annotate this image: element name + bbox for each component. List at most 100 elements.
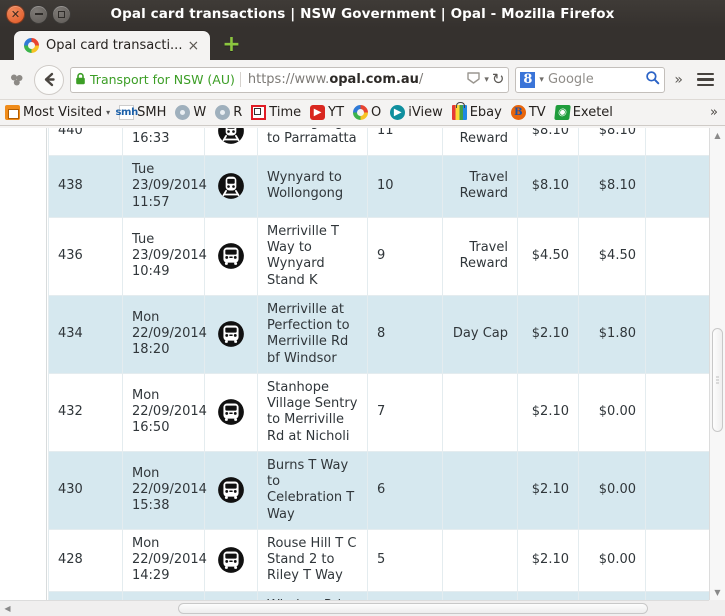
transaction-number-cell: 430 (48, 450, 123, 530)
window-maximize-button[interactable] (52, 4, 71, 24)
transactions-table-body: 44023/09/2014 16:33 Wollongong to Parrama… (48, 128, 709, 600)
bus-icon (204, 528, 258, 592)
discount-amount-cell: $0.00 (578, 528, 646, 592)
bookmark-exetel[interactable]: ◉ Exetel (553, 105, 613, 120)
url-bar-extras: ▾ ↻ (466, 70, 504, 89)
padlock-icon (75, 72, 86, 88)
journey-number-cell: 10 (367, 155, 443, 218)
table-row: 434 Mon 22/09/2014 18:20 Merriville at Per… (48, 294, 709, 374)
bookmark-label: iView (408, 105, 443, 120)
horizontal-scrollbar-thumb[interactable] (178, 603, 648, 614)
search-input[interactable]: Google (548, 72, 641, 87)
transaction-description-cell: Stanhope Village Sentry to Merriville Rd… (257, 372, 368, 452)
bookmark-label: Ebay (469, 105, 502, 120)
reload-icon[interactable]: ↻ (492, 72, 505, 87)
amount-tail-cell (645, 372, 709, 452)
tab-opal-card-transactions[interactable]: Opal card transacti... × (14, 31, 211, 60)
transaction-datetime-cell: Mon 22/09/2014 16:50 (122, 372, 207, 452)
vertical-scrollbar[interactable]: ▲ ▼ (709, 128, 725, 600)
scrollbar-grip (716, 375, 719, 386)
menu-icon[interactable] (692, 72, 719, 87)
site-permissions-icon[interactable] (6, 69, 28, 91)
transaction-description-cell: Wollongong to Parramatta (257, 128, 368, 156)
bookmark-o[interactable]: O (353, 105, 381, 120)
bookmark-iview[interactable]: ▶ iView (390, 105, 443, 120)
discount-amount-cell: $8.10 (578, 128, 646, 156)
chevron-down-icon[interactable]: ▾ (484, 75, 489, 85)
toolbar-overflow-button[interactable]: » (671, 72, 686, 88)
tab-close-icon[interactable]: × (182, 39, 204, 53)
train-icon (204, 128, 258, 156)
transaction-datetime-cell: Tue 23/09/2014 10:49 (122, 216, 207, 296)
exetel-icon: ◉ (553, 105, 571, 120)
scroll-up-arrow-icon[interactable]: ▲ (710, 128, 725, 143)
search-bar[interactable]: 8 ▾ Google (515, 66, 666, 93)
menu-bar-1 (697, 72, 714, 76)
transaction-description-cell: Merriville T Way to Wynyard Stand K (257, 216, 368, 296)
amount-tail-cell (645, 216, 709, 296)
transaction-description-cell: Windsor Rd aftr Mile End to Rouse Hill T… (257, 590, 368, 600)
url-domain: opal.com.au (329, 72, 419, 87)
transactions-table: 44023/09/2014 16:33 Wollongong to Parrama… (48, 128, 709, 600)
fare-applied-cell (442, 372, 518, 452)
back-arrow-icon (44, 72, 55, 87)
bookmark-yt[interactable]: ▶ YT (310, 105, 344, 120)
table-row: 430 Mon 22/09/2014 15:38 Burns T Way to Ce… (48, 450, 709, 530)
bookmark-ebay[interactable]: Ebay (451, 102, 502, 120)
bus-icon (204, 372, 258, 452)
table-row: 436 Tue 23/09/2014 10:49 Merriville T Way … (48, 216, 709, 296)
table-row: 426Mon 22/09/2014 13:21 Windsor Rd aftr M… (48, 590, 709, 600)
horizontal-scrollbar[interactable]: ◀ ▶ (0, 600, 725, 616)
url-text[interactable]: https://www.opal.com.au/ (245, 72, 462, 87)
magnifier-icon[interactable] (645, 70, 660, 89)
table-row: 438 Tue 23/09/2014 11:57 Wynyard to Wollon… (48, 155, 709, 218)
scroll-left-arrow-icon[interactable]: ◀ (0, 601, 15, 616)
bookmarks-overflow-button[interactable]: » (710, 105, 720, 120)
back-button[interactable] (34, 64, 64, 95)
bookmark-label: R (233, 105, 243, 120)
journey-number-cell: 8 (367, 294, 443, 374)
window-close-button[interactable]: ✕ (6, 4, 25, 24)
bookmark-tv[interactable]: B TV (510, 105, 546, 120)
transaction-number-cell: 438 (48, 155, 123, 218)
transaction-datetime-cell: Mon 22/09/2014 13:21 (122, 590, 205, 600)
table-row: 428 Mon 22/09/2014 14:29 Rouse Hill T C St… (48, 528, 709, 592)
bookmark-label: SMH (137, 105, 167, 120)
transaction-datetime-cell: Mon 22/09/2014 18:20 (122, 294, 207, 374)
fare-applied-cell: Day Cap (442, 294, 518, 374)
new-tab-button[interactable]: + (222, 34, 240, 56)
vertical-scrollbar-thumb[interactable] (712, 328, 723, 432)
search-engine-chevron-icon[interactable]: ▾ (539, 75, 544, 85)
scrollbar-corner (709, 600, 725, 616)
window-controls: ✕ (0, 4, 71, 24)
amount-tail-cell (645, 128, 709, 156)
menu-bar-2 (697, 78, 714, 81)
identity-label: Transport for NSW (AU) (90, 72, 241, 87)
bookmark-w[interactable]: W (175, 105, 206, 120)
bookmark-smh[interactable]: smh SMH (116, 105, 167, 120)
most-visited-icon (5, 105, 20, 120)
url-bar[interactable]: Transport for NSW (AU) https://www.opal.… (70, 66, 510, 93)
discount-amount-cell: $1.80 (578, 294, 646, 374)
bookmark-r[interactable]: R (215, 105, 242, 120)
bookmark-label: Time (269, 105, 302, 120)
navigation-toolbar: Transport for NSW (AU) https://www.opal.… (0, 60, 725, 100)
bookmarks-toolbar: Most Visited ▾ smh SMH W R Time ▶ YT O ▶ iView Ebay B… (0, 100, 725, 126)
fare-amount-cell: $8.10 (517, 155, 579, 218)
chevron-down-icon[interactable]: ▾ (106, 108, 110, 117)
opal-icon (353, 105, 369, 120)
journey-number-cell: 7 (367, 372, 443, 452)
journey-number-cell: 9 (367, 216, 443, 296)
bookmark-most-visited[interactable]: Most Visited ▾ (5, 105, 110, 120)
tv-icon: B (510, 105, 526, 120)
discount-amount-cell: $0.00 (578, 372, 646, 452)
rss-subscribe-icon[interactable] (466, 70, 481, 89)
bookmark-time[interactable]: Time (251, 105, 301, 120)
tab-title: Opal card transacti... (46, 38, 183, 53)
window-minimize-button[interactable] (29, 4, 48, 24)
google-g-icon: 8 (520, 71, 536, 88)
fare-amount-cell: $8.10 (517, 128, 579, 156)
time-icon (251, 105, 267, 120)
scroll-down-arrow-icon[interactable]: ▼ (710, 585, 725, 600)
r-bookmark-icon (215, 105, 231, 120)
